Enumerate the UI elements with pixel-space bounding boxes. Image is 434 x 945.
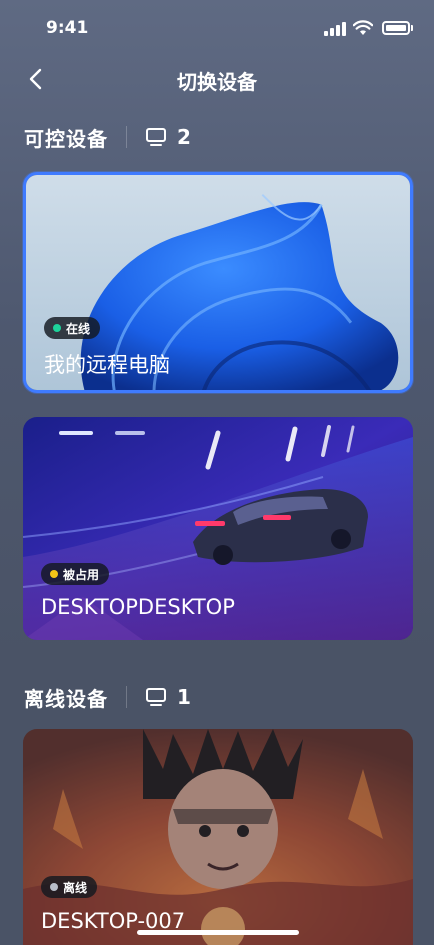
status-dot <box>50 883 58 891</box>
controllable-section-header: 可控设备 2 <box>24 122 191 152</box>
controllable-count: 2 <box>177 125 191 149</box>
battery-cap <box>411 25 413 31</box>
status-badge-label: 在线 <box>66 321 91 336</box>
controllable-section-title: 可控设备 <box>24 126 108 151</box>
status-dot <box>50 570 58 578</box>
status-bar: 9:41 <box>0 0 434 56</box>
battery-icon <box>382 21 410 35</box>
status-badge: 离线 <box>41 876 98 898</box>
status-badge: 在线 <box>44 317 101 339</box>
status-time: 9:41 <box>46 18 89 38</box>
offline-section-title: 离线设备 <box>24 686 108 711</box>
wifi-icon <box>353 20 373 35</box>
page-title: 切换设备 <box>177 70 257 94</box>
device-name: DESKTOPDESKTOP <box>41 595 235 619</box>
offline-count: 1 <box>177 685 191 709</box>
status-badge-label: 被占用 <box>63 567 100 582</box>
cellular-signal-icon <box>324 22 346 36</box>
monitor-icon <box>146 128 166 146</box>
device-name: 我的远程电脑 <box>44 353 170 377</box>
status-badge: 被占用 <box>41 563 110 585</box>
status-badge-label: 离线 <box>63 880 88 895</box>
offline-section-header: 离线设备 1 <box>24 682 191 712</box>
device-card-desktop-007[interactable]: 离线 DESKTOP-007 <box>23 729 413 945</box>
device-card-desktopdesktop[interactable]: 被占用 DESKTOPDESKTOP <box>23 417 413 640</box>
monitor-icon <box>146 688 166 706</box>
section-divider <box>126 126 127 148</box>
device-card-my-remote-pc[interactable]: 在线 我的远程电脑 <box>23 172 413 393</box>
home-indicator[interactable] <box>137 930 299 935</box>
status-dot <box>53 324 61 332</box>
section-divider <box>126 686 127 708</box>
